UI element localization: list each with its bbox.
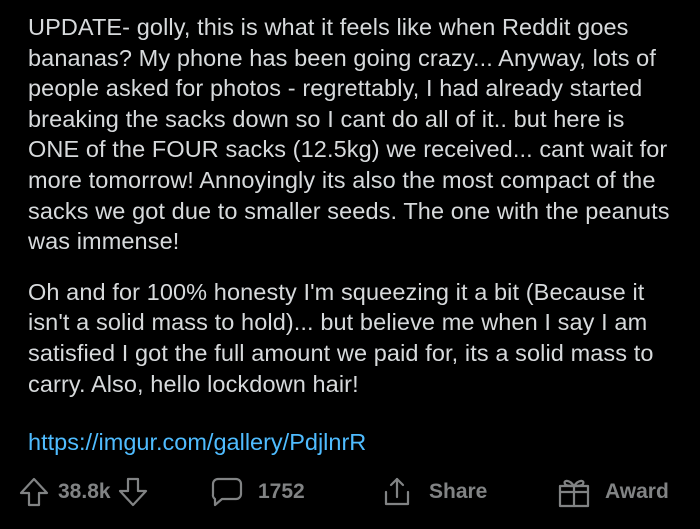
share-icon (381, 476, 413, 508)
speech-bubble-icon (210, 476, 244, 508)
post-body: UPDATE- golly, this is what it feels lik… (28, 12, 678, 399)
arrow-up-icon[interactable] (18, 476, 50, 508)
share-button[interactable]: Share (381, 470, 487, 514)
comment-count: 1752 (258, 480, 305, 503)
arrow-down-icon[interactable] (117, 476, 149, 508)
post-container: UPDATE- golly, this is what it feels lik… (0, 0, 700, 529)
post-paragraph-2: Oh and for 100% honesty I'm squeezing it… (28, 278, 654, 397)
vote-group: 38.8k (18, 470, 149, 514)
imgur-link[interactable]: https://imgur.com/gallery/PdjlnrR (28, 427, 366, 457)
post-paragraph-1: UPDATE- golly, this is what it feels lik… (28, 14, 670, 255)
share-label: Share (429, 480, 488, 503)
vote-count: 38.8k (58, 480, 111, 503)
gift-icon (557, 475, 591, 509)
award-label: Award (605, 480, 669, 503)
award-button[interactable]: Award (557, 470, 669, 514)
action-bar: 38.8k 1752 Share Award (0, 470, 700, 514)
comments-button[interactable]: 1752 (210, 470, 305, 514)
